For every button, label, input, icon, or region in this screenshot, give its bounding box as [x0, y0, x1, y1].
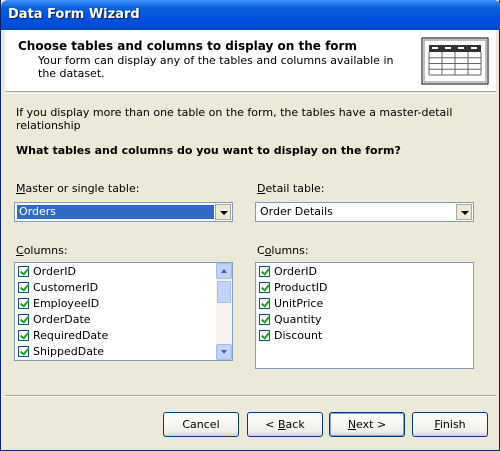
list-item[interactable]: UnitPrice [256, 296, 473, 312]
detail-table-label: Detail table: [257, 182, 325, 195]
detail-columns-items: OrderID ProductID UnitPrice Quantity Dis… [256, 263, 473, 344]
chevron-up-icon [221, 269, 227, 273]
question-text: What tables and columns do you want to d… [16, 144, 401, 157]
wizard-header: Choose tables and columns to display on … [5, 30, 496, 92]
checkbox[interactable] [259, 314, 270, 325]
list-item[interactable]: EmployeeID [15, 296, 232, 312]
detail-columns-label: Columns: [257, 244, 309, 257]
table-grid-icon [421, 37, 489, 85]
footer-divider-highlight [5, 396, 496, 397]
checkbox[interactable] [18, 266, 29, 277]
detail-table-combo[interactable]: Order Details [255, 202, 474, 222]
info-text: If you display more than one table on th… [16, 106, 453, 132]
chevron-down-icon [461, 211, 469, 215]
list-item[interactable]: ProductID [256, 280, 473, 296]
master-table-combo[interactable]: Orders [14, 202, 233, 222]
window-title: Data Form Wizard [8, 7, 140, 22]
scroll-up-button[interactable] [216, 263, 232, 279]
checkbox[interactable] [18, 330, 29, 341]
scroll-thumb[interactable] [217, 281, 231, 303]
master-table-label: Master or single table: [16, 182, 140, 195]
finish-button[interactable]: Finish [412, 412, 488, 437]
checkbox[interactable] [259, 298, 270, 309]
list-item[interactable]: Discount [256, 328, 473, 344]
checkbox[interactable] [259, 330, 270, 341]
chevron-down-icon [221, 350, 227, 354]
master-table-value: Orders [17, 205, 214, 219]
master-columns-list[interactable]: OrderID CustomerID EmployeeID OrderDate … [14, 262, 233, 361]
list-item[interactable]: OrderID [15, 264, 232, 280]
master-columns-items: OrderID CustomerID EmployeeID OrderDate … [15, 263, 232, 360]
header-divider [5, 93, 496, 94]
master-columns-label: Columns: [16, 244, 68, 257]
checkbox[interactable] [18, 282, 29, 293]
header-description: Your form can display any of the tables … [38, 54, 394, 80]
list-item[interactable]: CustomerID [15, 280, 232, 296]
list-item[interactable]: ShippedDate [15, 344, 232, 360]
list-item[interactable]: Quantity [256, 312, 473, 328]
chevron-down-icon [220, 211, 228, 215]
checkbox[interactable] [18, 298, 29, 309]
detail-columns-list[interactable]: OrderID ProductID UnitPrice Quantity Dis… [255, 262, 474, 369]
next-button[interactable]: Next > [329, 412, 405, 437]
list-item[interactable]: OrderDate [15, 312, 232, 328]
cancel-button[interactable]: Cancel [163, 412, 239, 437]
header-title: Choose tables and columns to display on … [18, 39, 357, 53]
checkbox[interactable] [18, 346, 29, 357]
detail-dropdown-button[interactable] [456, 204, 472, 220]
list-item[interactable]: RequiredDate [15, 328, 232, 344]
detail-table-value: Order Details [260, 205, 333, 218]
vertical-scrollbar[interactable] [216, 263, 232, 360]
scroll-down-button[interactable] [216, 344, 232, 360]
list-item[interactable]: OrderID [256, 264, 473, 280]
checkbox[interactable] [18, 314, 29, 325]
checkbox[interactable] [259, 282, 270, 293]
data-form-wizard-window: Data Form Wizard Choose tables and colum… [0, 0, 500, 451]
checkbox[interactable] [259, 266, 270, 277]
title-bar[interactable]: Data Form Wizard [1, 0, 500, 30]
master-dropdown-button[interactable] [215, 204, 231, 220]
back-button[interactable]: < Back [247, 412, 323, 437]
